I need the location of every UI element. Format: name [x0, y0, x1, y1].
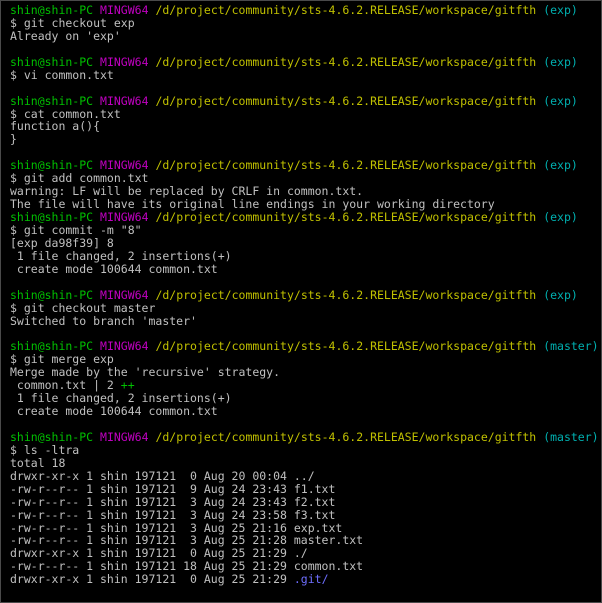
line-text: $ git checkout master — [10, 300, 156, 315]
prompt-branch: (exp) — [543, 158, 578, 173]
line-text: The file will have its original line end… — [10, 197, 495, 212]
prompt-path: /d/project/community/sts-4.6.2.RELEASE/w… — [155, 93, 537, 108]
line-text: drwxr-xr-x 1 shin 197121 0 Aug 25 21:29 … — [10, 546, 308, 561]
line-text: Merge made by the 'recursive' strategy. — [10, 365, 281, 380]
prompt-line: shin@shin-PC MINGW64 /d/project/communit… — [10, 429, 601, 444]
line-text: Already on 'exp' — [10, 28, 121, 43]
line-text: $ git commit -m "8" — [10, 222, 142, 237]
line-text: -rw-r--r-- 1 shin 197121 9 Aug 24 23:43 … — [10, 481, 336, 496]
prompt-branch: (exp) — [543, 93, 578, 108]
line-text: $ git merge exp — [10, 352, 114, 367]
line-text: create mode 100644 common.txt — [10, 404, 218, 419]
output-line: create mode 100644 common.txt — [10, 405, 601, 418]
line-text: $ cat common.txt — [10, 106, 121, 121]
prompt-system: MINGW64 — [100, 429, 149, 444]
terminal-window[interactable]: shin@shin-PC MINGW64 /d/project/communit… — [0, 0, 602, 603]
prompt-system: MINGW64 — [100, 339, 149, 354]
prompt-branch: (exp) — [543, 54, 578, 69]
prompt-system: MINGW64 — [100, 54, 149, 69]
line-text: total 18 — [10, 455, 66, 470]
line-text: $ git add common.txt — [10, 171, 149, 186]
prompt-user-host: shin@shin-PC — [10, 429, 94, 444]
prompt-branch: (master) — [543, 339, 599, 354]
line-text: -rw-r--r-- 1 shin 197121 3 Aug 24 23:58 … — [10, 507, 336, 522]
prompt-path: /d/project/community/sts-4.6.2.RELEASE/w… — [155, 158, 537, 173]
line-text: warning: LF will be replaced by CRLF in … — [10, 184, 364, 199]
prompt-system: MINGW64 — [100, 210, 149, 224]
prompt-user-host: shin@shin-PC — [10, 3, 94, 17]
line-text: create mode 100644 common.txt — [10, 261, 218, 276]
prompt-path: /d/project/community/sts-4.6.2.RELEASE/w… — [155, 429, 537, 444]
output-line: Already on 'exp' — [10, 28, 601, 43]
line-text: Switched to branch 'master' — [10, 313, 197, 328]
line-text: 1 file changed, 2 insertions(+) — [10, 391, 232, 406]
prompt-path: /d/project/community/sts-4.6.2.RELEASE/w… — [155, 210, 537, 224]
prompt-system: MINGW64 — [100, 287, 149, 302]
prompt-system: MINGW64 — [100, 93, 149, 108]
command-line: $ ls -ltra — [10, 442, 601, 457]
prompt-branch: (exp) — [543, 210, 578, 224]
prompt-user-host: shin@shin-PC — [10, 339, 94, 354]
line-text: common.txt | 2 — [10, 378, 121, 393]
prompt-path: /d/project/community/sts-4.6.2.RELEASE/w… — [155, 3, 537, 17]
prompt-branch: (master) — [543, 429, 599, 444]
prompt-user-host: shin@shin-PC — [10, 54, 94, 69]
line-text: -rw-r--r-- 1 shin 197121 3 Aug 25 21:16 … — [10, 520, 343, 535]
prompt-system: MINGW64 — [100, 3, 149, 17]
command-line: $ vi common.txt — [10, 67, 601, 82]
output-line: create mode 100644 common.txt — [10, 261, 601, 276]
line-text: drwxr-xr-x 1 shin 197121 0 Aug 25 21:29 — [10, 572, 294, 587]
diff-plus-marks: ++ — [120, 378, 135, 393]
output-line: } — [10, 133, 601, 146]
prompt-user-host: shin@shin-PC — [10, 93, 94, 108]
line-text: $ vi common.txt — [10, 67, 114, 82]
prompt-user-host: shin@shin-PC — [10, 158, 94, 173]
prompt-system: MINGW64 — [100, 158, 149, 173]
line-text: 1 file changed, 2 insertions(+) — [10, 248, 232, 263]
prompt-path: /d/project/community/sts-4.6.2.RELEASE/w… — [155, 54, 537, 69]
prompt-user-host: shin@shin-PC — [10, 210, 94, 224]
directory-name: .git/ — [293, 572, 329, 587]
line-text: [exp da98f39] 8 — [10, 235, 114, 250]
prompt-path: /d/project/community/sts-4.6.2.RELEASE/w… — [155, 339, 537, 354]
output-line: function a(){ — [10, 120, 601, 133]
prompt-branch: (exp) — [543, 287, 578, 302]
line-text: function a(){ — [10, 119, 101, 134]
output-line: Switched to branch 'master' — [10, 313, 601, 328]
prompt-user-host: shin@shin-PC — [10, 287, 94, 302]
line-text: } — [10, 132, 17, 147]
line-text: drwxr-xr-x 1 shin 197121 0 Aug 20 00:04 … — [10, 468, 315, 483]
output-line: drwxr-xr-x 1 shin 197121 0 Aug 25 21:29 … — [10, 573, 601, 586]
prompt-branch: (exp) — [543, 3, 578, 17]
line-text: -rw-r--r-- 1 shin 197121 3 Aug 25 21:28 … — [10, 533, 364, 548]
line-text: -rw-r--r-- 1 shin 197121 18 Aug 25 21:29… — [10, 559, 364, 574]
prompt-path: /d/project/community/sts-4.6.2.RELEASE/w… — [155, 287, 537, 302]
line-text: $ git checkout exp — [10, 15, 135, 30]
line-text: $ ls -ltra — [10, 442, 80, 457]
line-text: -rw-r--r-- 1 shin 197121 3 Aug 24 23:43 … — [10, 494, 336, 509]
